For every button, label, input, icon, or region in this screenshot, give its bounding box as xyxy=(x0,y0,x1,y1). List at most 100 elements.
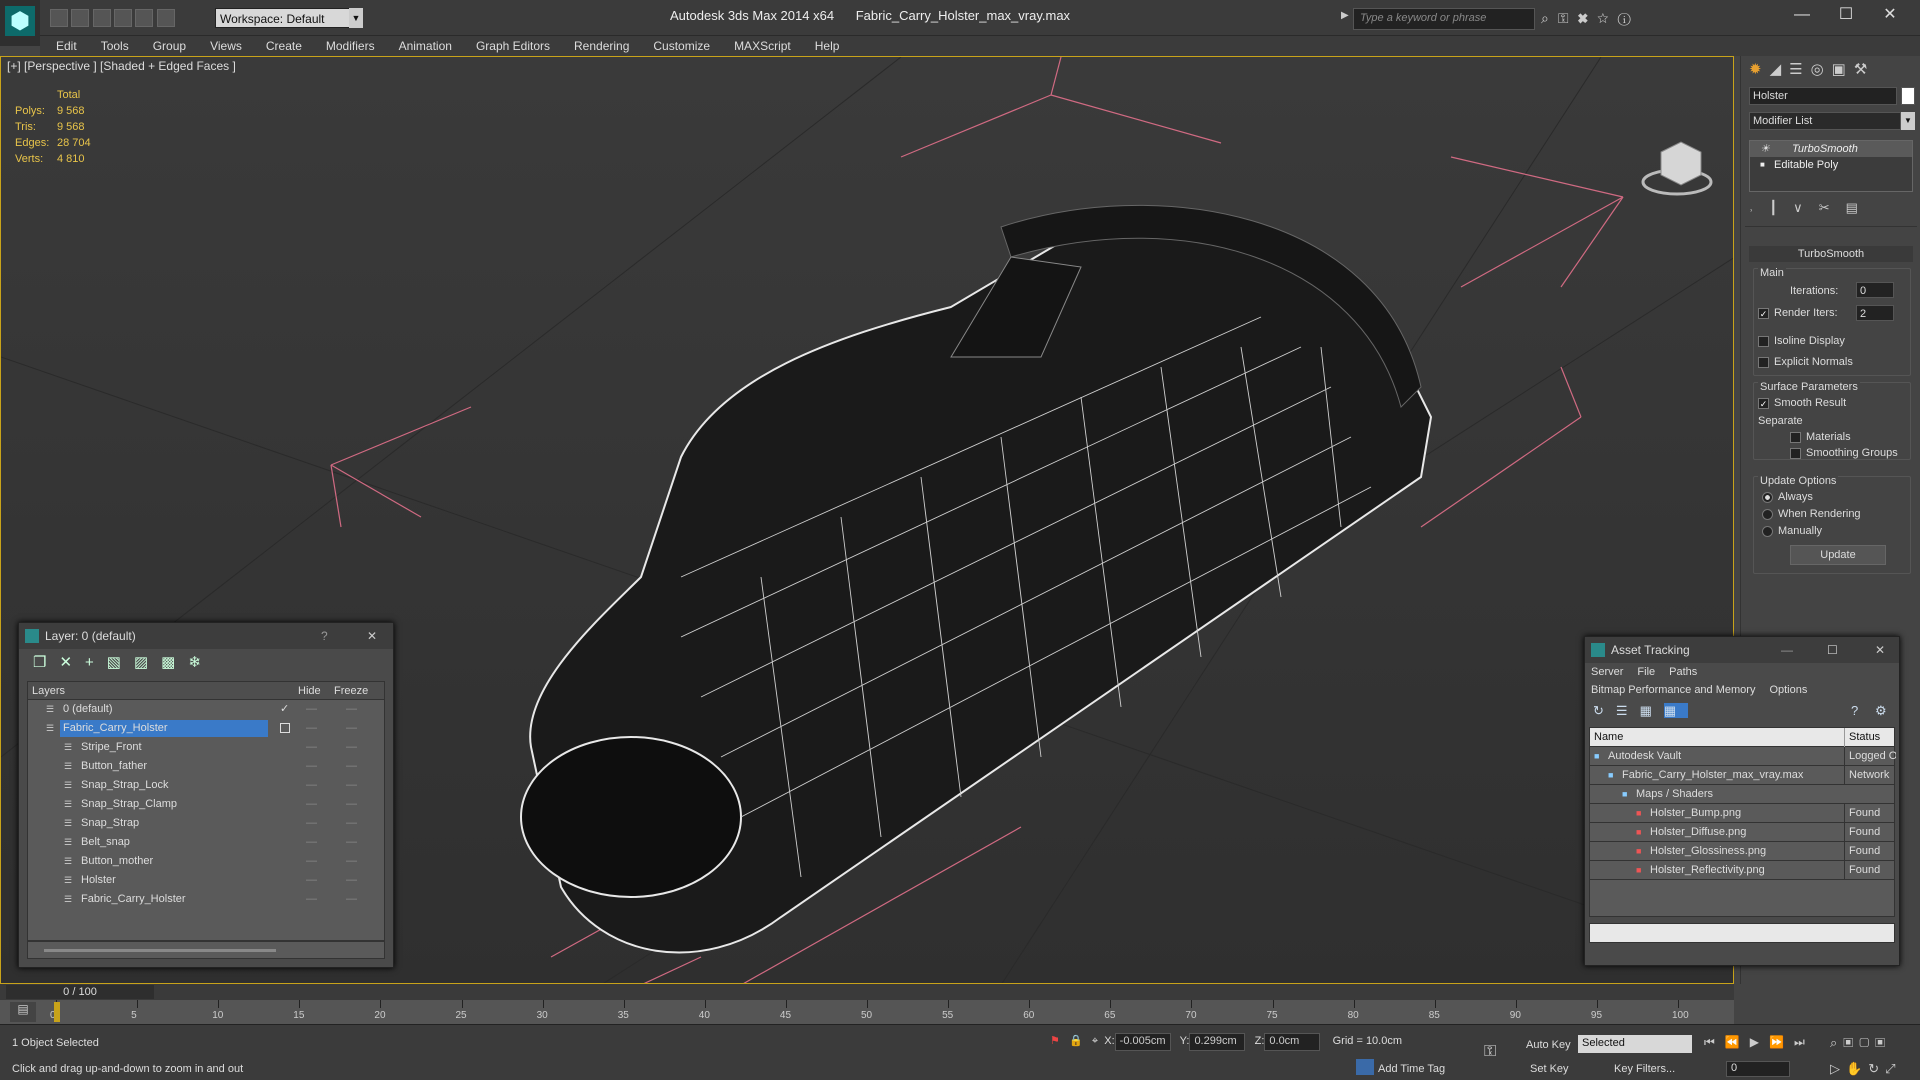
freeze-toggle[interactable]: — xyxy=(346,700,357,719)
delete-layer-icon[interactable]: ✕ xyxy=(59,654,85,671)
menu-maxscript[interactable]: MAXScript xyxy=(722,36,803,56)
col-status[interactable]: Status xyxy=(1844,728,1880,747)
manually-radio[interactable] xyxy=(1762,525,1773,537)
table-view-icon[interactable]: ▦ xyxy=(1663,703,1689,718)
go-to-start-icon[interactable]: ⏮ xyxy=(1704,1035,1725,1049)
render-iters-spinner[interactable]: 2 xyxy=(1856,305,1894,321)
hide-toggle[interactable]: — xyxy=(306,776,317,795)
menu-modifiers[interactable]: Modifiers xyxy=(314,36,387,56)
layer-row[interactable]: ☰ Fabric_Carry_Holster — — xyxy=(28,719,384,738)
hide-toggle[interactable]: — xyxy=(306,833,317,852)
redo-icon[interactable] xyxy=(135,9,154,27)
mini-curve-editor-icon[interactable]: ▤ xyxy=(10,1002,36,1022)
show-end-result-icon[interactable]: ┃ xyxy=(1769,200,1793,215)
object-name-field[interactable]: Holster xyxy=(1749,87,1897,105)
asset-row[interactable]: ■ Holster_Bump.png Found xyxy=(1590,804,1894,823)
app-logo[interactable]: ⬢ xyxy=(0,0,40,46)
zoom-all-icon[interactable]: ▣ xyxy=(1843,1035,1859,1050)
materials-checkbox[interactable] xyxy=(1790,431,1801,443)
freeze-toggle[interactable]: — xyxy=(346,871,357,890)
utilities-tab-icon[interactable]: ⚒ xyxy=(1854,61,1875,78)
col-layers[interactable]: Layers xyxy=(32,682,65,700)
create-layer-icon[interactable]: ❐ xyxy=(33,654,59,671)
hide-toggle[interactable]: — xyxy=(306,814,317,833)
new-file-icon[interactable] xyxy=(50,9,68,27)
field-of-view-icon[interactable]: ▷ xyxy=(1830,1061,1846,1076)
set-key-button[interactable]: Set Key xyxy=(1530,1063,1569,1075)
menu-create[interactable]: Create xyxy=(254,36,314,56)
workspace-dropdown[interactable]: Workspace: Default xyxy=(215,8,363,28)
asset-menu-options[interactable]: Options xyxy=(1769,684,1807,696)
isoline-checkbox[interactable] xyxy=(1758,335,1769,347)
help-button[interactable]: ? xyxy=(321,623,328,649)
col-name[interactable]: Name xyxy=(1594,728,1623,747)
asset-row[interactable]: ■ Fabric_Carry_Holster_max_vray.max Networ… xyxy=(1590,766,1894,785)
smoothing-groups-checkbox[interactable] xyxy=(1790,447,1801,459)
absolute-mode-icon[interactable]: ⌖ xyxy=(1092,1035,1098,1047)
menu-help[interactable]: Help xyxy=(803,36,852,56)
menu-customize[interactable]: Customize xyxy=(641,36,722,56)
freeze-toggle[interactable]: — xyxy=(346,890,357,909)
help-icon[interactable]: ? xyxy=(1851,703,1870,718)
rollout-header[interactable]: TurboSmooth xyxy=(1749,246,1913,262)
hide-toggle[interactable]: — xyxy=(306,719,317,738)
auto-key-button[interactable]: Auto Key xyxy=(1526,1039,1571,1051)
asset-tracking-window[interactable]: Asset Tracking — ☐ ✕ Server File Paths Bitmap… xyxy=(1584,636,1900,966)
prev-frame-icon[interactable]: ⏪ xyxy=(1725,1035,1750,1049)
maximize-icon[interactable]: ☐ xyxy=(1824,4,1868,24)
current-frame-field[interactable]: 0 xyxy=(1726,1061,1790,1077)
layer-row[interactable]: ☰ Stripe_Front — — xyxy=(28,738,384,757)
menu-views[interactable]: Views xyxy=(198,36,254,56)
menu-animation[interactable]: Animation xyxy=(387,36,464,56)
menu-group[interactable]: Group xyxy=(141,36,198,56)
go-to-end-icon[interactable]: ⏭ xyxy=(1794,1035,1815,1049)
hide-toggle[interactable]: — xyxy=(306,890,317,909)
orbit-icon[interactable]: ↻ xyxy=(1868,1061,1885,1076)
hide-toggle[interactable]: — xyxy=(306,738,317,757)
list-view-icon[interactable]: ☰ xyxy=(1616,703,1640,718)
hide-toggle[interactable]: — xyxy=(306,757,317,776)
when-rendering-radio[interactable] xyxy=(1762,508,1773,520)
freeze-toggle[interactable]: — xyxy=(346,776,357,795)
freeze-toggle[interactable]: — xyxy=(346,833,357,852)
zoom-extents-icon[interactable]: ▢ xyxy=(1859,1035,1875,1050)
layer-row[interactable]: ☰ Button_mother — — xyxy=(28,852,384,871)
chevron-down-icon[interactable]: ▼ xyxy=(349,8,363,28)
menu-rendering[interactable]: Rendering xyxy=(562,36,641,56)
zoom-icon[interactable]: ⌕ xyxy=(1830,1035,1843,1050)
col-freeze[interactable]: Freeze xyxy=(334,682,368,700)
iterations-spinner[interactable]: 0 xyxy=(1856,282,1894,298)
lock-icon[interactable]: 🔒 xyxy=(1069,1035,1083,1047)
key-icon[interactable]: ⚿ xyxy=(1558,10,1578,26)
hide-toggle[interactable]: — xyxy=(306,871,317,890)
close-icon[interactable]: ✕ xyxy=(1875,637,1885,663)
layer-row[interactable]: ☰ Button_father — — xyxy=(28,757,384,776)
highlight-layer-icon[interactable]: ▨ xyxy=(134,654,161,671)
maximize-icon[interactable]: ☐ xyxy=(1827,637,1838,663)
pan-icon[interactable]: ✋ xyxy=(1846,1061,1868,1076)
help-icon[interactable]: ⓘ xyxy=(1618,10,1640,26)
thumbnail-view-icon[interactable]: ▦ xyxy=(1640,703,1664,718)
exchange-icon[interactable]: ✖ xyxy=(1578,10,1598,26)
render-iters-checkbox[interactable]: ✓ xyxy=(1758,307,1769,319)
layer-window-titlebar[interactable]: Layer: 0 (default)? ✕ xyxy=(19,623,393,649)
asset-menu-server[interactable]: Server xyxy=(1591,666,1623,678)
layer-row[interactable]: ☰ Snap_Strap_Lock — — xyxy=(28,776,384,795)
z-field[interactable]: 0.0cm xyxy=(1264,1033,1321,1051)
configure-sets-icon[interactable]: ▤ xyxy=(1846,200,1874,215)
smooth-result-checkbox[interactable]: ✓ xyxy=(1758,397,1769,409)
layer-scrollbar[interactable] xyxy=(27,941,385,959)
search-arrow-icon[interactable]: ▶ xyxy=(1341,10,1349,21)
pin-stack-icon[interactable]: ˒ xyxy=(1749,200,1769,215)
x-field[interactable]: -0.005cm xyxy=(1114,1033,1171,1051)
set-key-icon[interactable]: ⚿ xyxy=(1484,1043,1496,1061)
expand-icon[interactable]: ■ xyxy=(1760,157,1765,173)
display-tab-icon[interactable]: ▣ xyxy=(1832,61,1854,78)
object-color-swatch[interactable] xyxy=(1901,87,1915,105)
next-frame-icon[interactable]: ⏩ xyxy=(1769,1035,1794,1049)
viewport-label[interactable]: [+] [Perspective ] [Shaded + Edged Faces… xyxy=(7,59,236,73)
layer-row[interactable]: ☰ Snap_Strap — — xyxy=(28,814,384,833)
asset-window-titlebar[interactable]: Asset Tracking — ☐ ✕ xyxy=(1585,637,1899,663)
select-in-layer-icon[interactable]: ▧ xyxy=(107,654,134,671)
minimize-icon[interactable]: — xyxy=(1780,6,1824,24)
